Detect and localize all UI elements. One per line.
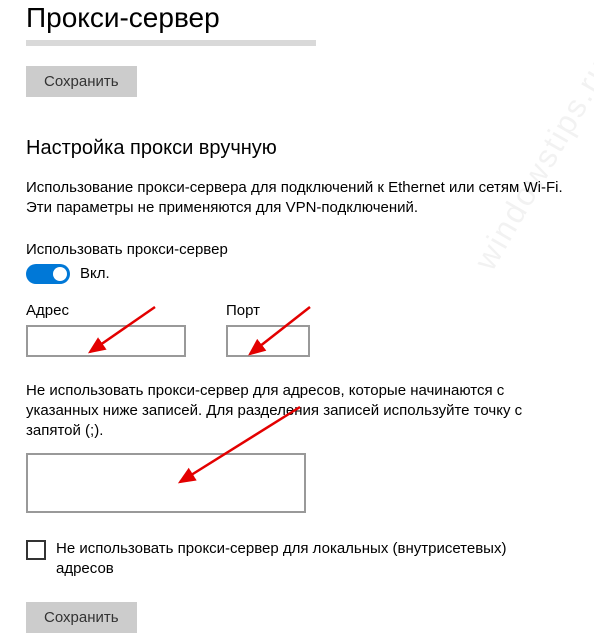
use-proxy-label: Использовать прокси-сервер: [26, 241, 568, 258]
manual-proxy-section-title: Настройка прокси вручную: [26, 137, 568, 160]
port-label: Порт: [226, 302, 310, 319]
use-proxy-toggle[interactable]: [26, 264, 70, 284]
port-input[interactable]: [226, 325, 310, 357]
exceptions-label: Не использовать прокси-сервер для адресо…: [26, 381, 568, 442]
manual-proxy-description: Использование прокси-сервера для подключ…: [26, 178, 568, 219]
local-addresses-checkbox[interactable]: [26, 540, 46, 560]
toggle-state-label: Вкл.: [80, 265, 110, 282]
address-label: Адрес: [26, 302, 186, 319]
save-button-top[interactable]: Сохранить: [26, 66, 137, 97]
exceptions-input[interactable]: [26, 453, 306, 513]
toggle-knob-icon: [53, 267, 67, 281]
address-input[interactable]: [26, 325, 186, 357]
page-title: Прокси-сервер: [26, 2, 568, 34]
title-divider: [26, 40, 316, 46]
save-button-bottom[interactable]: Сохранить: [26, 602, 137, 633]
local-addresses-label: Не использовать прокси-сервер для локаль…: [56, 539, 568, 578]
